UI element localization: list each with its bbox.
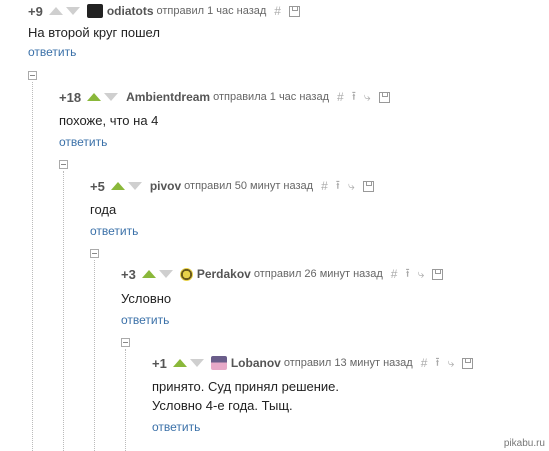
upvote-icon[interactable]	[172, 359, 187, 367]
collapse-icon[interactable]	[59, 160, 68, 169]
parent-arrow-icon[interactable]: ⭱	[405, 264, 409, 285]
save-icon[interactable]	[378, 91, 390, 103]
reply-link[interactable]: ответить	[152, 420, 200, 434]
comment-text-5: принято. Суд принял решение. Условно 4-е…	[152, 379, 340, 413]
hash-icon[interactable]: #	[337, 90, 344, 104]
save-icon[interactable]	[362, 180, 374, 192]
thread-line	[94, 260, 95, 451]
save-icon[interactable]	[288, 5, 300, 17]
rating: +5	[90, 178, 105, 194]
avatar[interactable]	[179, 267, 193, 281]
upvote-icon[interactable]	[110, 182, 125, 190]
watermark: pikabu.ru	[503, 438, 545, 449]
upvote-icon[interactable]	[87, 93, 102, 101]
reply-link[interactable]: ответить	[59, 135, 107, 149]
upvote-icon[interactable]	[141, 270, 156, 278]
author-link[interactable]: Ambientdream	[126, 90, 210, 104]
comment-header-2: +18 Ambientdream отправила 1 час назад #…	[59, 88, 390, 106]
downvote-icon[interactable]	[127, 182, 142, 190]
comment-header-3: +5 pivov отправил 50 минут назад # ⭱ ⤷	[90, 177, 374, 195]
upvote-icon[interactable]	[48, 7, 63, 15]
author-link[interactable]: pivov	[150, 179, 181, 193]
thread-line	[32, 82, 33, 451]
comment-text-2: похоже, что на 4	[59, 113, 159, 128]
comment-meta: отправил 50 минут назад	[184, 180, 314, 192]
branch-icon[interactable]: ⤷	[348, 179, 355, 194]
comment-text-3: года	[90, 202, 117, 217]
comment-text-4: Условно	[121, 291, 172, 306]
downvote-icon[interactable]	[104, 93, 119, 101]
branch-icon[interactable]: ⤷	[448, 356, 455, 371]
comment-meta: отправила 1 час назад	[213, 91, 330, 103]
author-link[interactable]: Lobanov	[231, 356, 281, 370]
comment-header-1: +9 odiatots отправил 1 час назад #	[28, 2, 300, 20]
avatar[interactable]	[210, 356, 227, 370]
rating: +9	[28, 3, 43, 19]
avatar[interactable]	[86, 4, 103, 18]
downvote-icon[interactable]	[158, 270, 173, 278]
collapse-icon[interactable]	[90, 249, 99, 258]
reply-link[interactable]: ответить	[90, 224, 138, 238]
branch-icon[interactable]: ⤷	[418, 267, 425, 282]
rating: +3	[121, 266, 136, 282]
comment-header-4: +3 Perdakov отправил 26 минут назад # ⭱ …	[121, 264, 444, 285]
author-link[interactable]: odiatots	[107, 4, 154, 18]
reply-link[interactable]: ответить	[121, 313, 169, 327]
save-icon[interactable]	[432, 268, 444, 280]
parent-arrow-icon[interactable]: ⭱	[435, 353, 439, 374]
comment-header-5: +1 Lobanov отправил 13 минут назад # ⭱ ⤷	[152, 353, 474, 374]
hash-icon[interactable]: #	[321, 179, 328, 193]
hash-icon[interactable]: #	[274, 4, 281, 18]
thread-line	[63, 171, 64, 451]
rating: +1	[152, 355, 167, 371]
author-link[interactable]: Perdakov	[197, 267, 251, 281]
hash-icon[interactable]: #	[391, 267, 398, 281]
comment-meta: отправил 1 час назад	[156, 5, 267, 17]
save-icon[interactable]	[462, 357, 474, 369]
hash-icon[interactable]: #	[421, 356, 428, 370]
thread-line	[125, 349, 126, 451]
rating: +18	[59, 89, 82, 105]
comment-meta: отправил 26 минут назад	[253, 268, 383, 280]
collapse-icon[interactable]	[28, 71, 37, 80]
collapse-icon[interactable]	[121, 338, 130, 347]
downvote-icon[interactable]	[189, 359, 204, 367]
reply-link[interactable]: ответить	[28, 45, 76, 59]
comment-text-1: На второй круг пошел	[28, 25, 160, 40]
parent-arrow-icon[interactable]: ⭱	[336, 176, 340, 197]
downvote-icon[interactable]	[65, 7, 80, 15]
parent-arrow-icon[interactable]: ⭱	[352, 87, 356, 108]
comment-meta: отправил 13 минут назад	[283, 357, 413, 369]
branch-icon[interactable]: ⤷	[364, 90, 371, 105]
